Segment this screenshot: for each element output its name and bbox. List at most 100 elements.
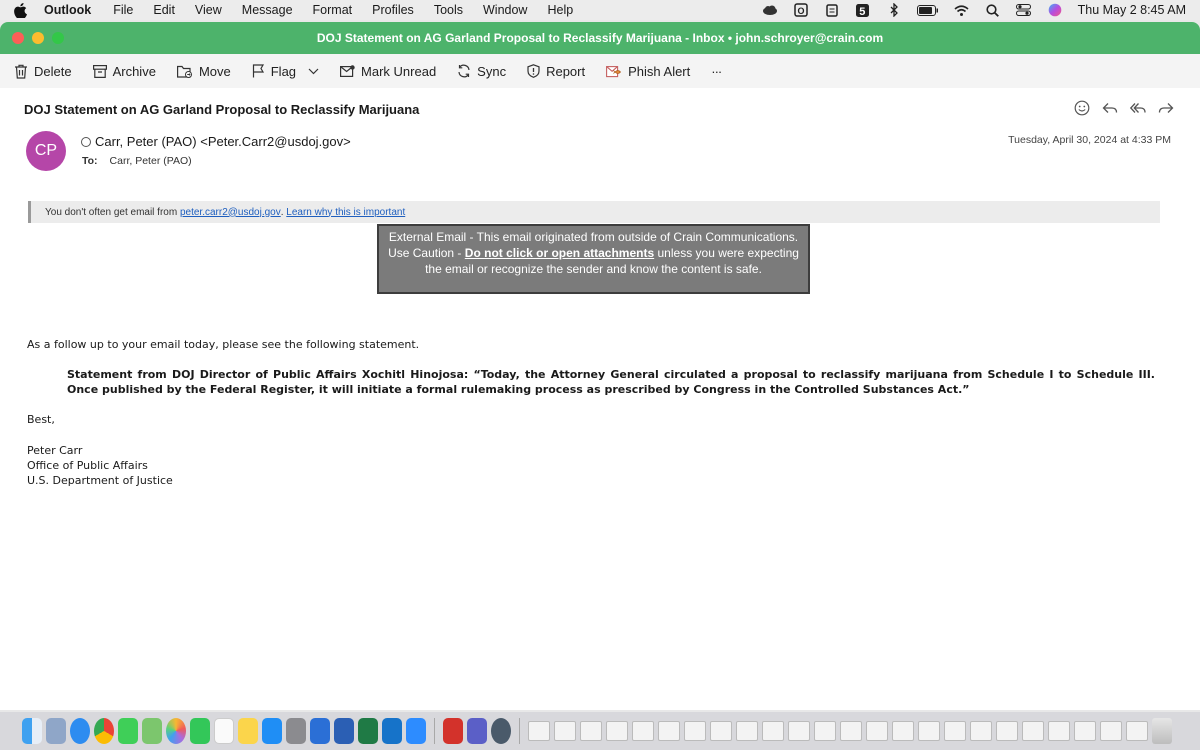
document-thumbnail[interactable]: [996, 721, 1018, 741]
menu-clock[interactable]: Thu May 2 8:45 AM: [1078, 3, 1186, 17]
menu-help[interactable]: Help: [547, 3, 573, 17]
menu-tools[interactable]: Tools: [434, 3, 463, 17]
clipboard-icon[interactable]: [824, 3, 840, 17]
learn-why-link[interactable]: Learn why this is important: [286, 207, 405, 218]
document-thumbnail[interactable]: [866, 721, 888, 741]
signature-office: Office of Public Affairs: [27, 459, 148, 472]
defender-icon[interactable]: [310, 718, 330, 744]
recipient-line: To: Carr, Peter (PAO): [82, 155, 192, 167]
menu-profiles[interactable]: Profiles: [372, 3, 414, 17]
sender-name[interactable]: Carr, Peter (PAO) <Peter.Carr2@usdoj.gov…: [95, 134, 351, 149]
word-icon[interactable]: [334, 718, 354, 744]
system-settings-icon[interactable]: [286, 718, 306, 744]
excel-icon[interactable]: [358, 718, 378, 744]
document-thumbnail[interactable]: [580, 721, 602, 741]
sender-avatar[interactable]: CP: [26, 131, 66, 171]
finder-icon[interactable]: [22, 718, 42, 744]
battery-icon[interactable]: [916, 3, 939, 17]
reminders-icon[interactable]: [214, 718, 234, 744]
signature-department: U.S. Department of Justice: [27, 474, 173, 487]
notes-icon[interactable]: [238, 718, 258, 744]
emoji-reaction-icon[interactable]: [1074, 100, 1090, 116]
document-thumbnail[interactable]: [1074, 721, 1096, 741]
menu-edit[interactable]: Edit: [153, 3, 175, 17]
five-app-icon[interactable]: 5: [855, 3, 871, 17]
control-center-icon[interactable]: [1016, 3, 1032, 17]
menu-bar: Outlook File Edit View Message Format Pr…: [0, 0, 1200, 20]
reply-all-icon[interactable]: [1130, 100, 1146, 116]
cloud-icon[interactable]: [762, 3, 778, 17]
messages-icon[interactable]: [118, 718, 138, 744]
document-thumbnail[interactable]: [658, 721, 680, 741]
more-actions-button[interactable]: ···: [711, 64, 722, 79]
phish-alert-label: Phish Alert: [628, 63, 691, 79]
document-thumbnail[interactable]: [918, 721, 940, 741]
document-thumbnail[interactable]: [892, 721, 914, 741]
wifi-icon[interactable]: [954, 3, 970, 17]
mark-unread-button[interactable]: Mark Unread: [340, 64, 436, 79]
sender-line[interactable]: Carr, Peter (PAO) <Peter.Carr2@usdoj.gov…: [81, 134, 351, 149]
zoom-icon[interactable]: [406, 718, 426, 744]
app-store-icon[interactable]: [262, 718, 282, 744]
document-thumbnail[interactable]: [840, 721, 862, 741]
menu-message[interactable]: Message: [242, 3, 293, 17]
menu-format[interactable]: Format: [313, 3, 353, 17]
reading-pane: DOJ Statement on AG Garland Proposal to …: [6, 88, 1194, 710]
safari-icon[interactable]: [70, 718, 90, 744]
menu-view[interactable]: View: [195, 3, 222, 17]
menu-file[interactable]: File: [113, 3, 133, 17]
document-thumbnail[interactable]: [1048, 721, 1070, 741]
sync-button[interactable]: Sync: [457, 64, 506, 79]
outlook-icon[interactable]: [382, 718, 402, 744]
document-thumbnail[interactable]: [710, 721, 732, 741]
photos-icon[interactable]: [166, 718, 186, 744]
svg-text:O: O: [797, 6, 804, 16]
document-thumbnail[interactable]: [736, 721, 758, 741]
document-thumbnail[interactable]: [1100, 721, 1122, 741]
document-thumbnail[interactable]: [528, 721, 550, 741]
warning-email-link[interactable]: peter.carr2@usdoj.gov: [180, 207, 281, 218]
body-intro: As a follow up to your email today, plea…: [27, 338, 420, 351]
external-caution-text: Use Caution - Do not click or open attac…: [379, 245, 808, 277]
spotlight-search-icon[interactable]: [985, 3, 1001, 17]
maps-icon[interactable]: [142, 718, 162, 744]
document-thumbnail[interactable]: [944, 721, 966, 741]
menu-window[interactable]: Window: [483, 3, 527, 17]
outlook-status-icon[interactable]: O: [793, 3, 809, 17]
document-thumbnail[interactable]: [554, 721, 576, 741]
window-titlebar[interactable]: DOJ Statement on AG Garland Proposal to …: [0, 22, 1200, 54]
facetime-icon[interactable]: [190, 718, 210, 744]
chevron-down-icon[interactable]: [308, 68, 319, 75]
caution-prefix: Use Caution -: [388, 246, 462, 260]
reply-icon[interactable]: [1102, 100, 1118, 116]
menu-app-name[interactable]: Outlook: [44, 3, 91, 17]
siri-icon[interactable]: [1047, 3, 1063, 17]
trash-icon[interactable]: [1152, 718, 1172, 744]
launchpad-icon[interactable]: [46, 718, 66, 744]
document-thumbnail[interactable]: [684, 721, 706, 741]
document-thumbnail[interactable]: [606, 721, 628, 741]
flag-button[interactable]: Flag: [252, 64, 319, 79]
phish-alert-button[interactable]: Phish Alert: [606, 64, 690, 79]
recipient-name[interactable]: Carr, Peter (PAO): [110, 155, 192, 167]
document-thumbnail[interactable]: [1022, 721, 1044, 741]
document-thumbnail[interactable]: [970, 721, 992, 741]
apple-icon[interactable]: [14, 2, 32, 18]
document-thumbnail[interactable]: [1126, 721, 1148, 741]
report-button[interactable]: Report: [527, 64, 585, 79]
teams-icon[interactable]: [467, 718, 487, 744]
acrobat-icon[interactable]: [443, 718, 463, 744]
move-button[interactable]: Move: [176, 64, 231, 79]
external-email-notice: External Email - This email originated f…: [388, 230, 799, 244]
chrome-icon[interactable]: [94, 718, 114, 744]
document-thumbnail[interactable]: [762, 721, 784, 741]
forward-icon[interactable]: [1158, 100, 1174, 116]
archive-button[interactable]: Archive: [92, 64, 156, 79]
document-thumbnail[interactable]: [788, 721, 810, 741]
document-thumbnail[interactable]: [814, 721, 836, 741]
shield-icon: [527, 64, 540, 78]
delete-button[interactable]: Delete: [14, 64, 72, 79]
bluetooth-icon[interactable]: [886, 3, 902, 17]
quicktime-icon[interactable]: [491, 718, 511, 744]
document-thumbnail[interactable]: [632, 721, 654, 741]
